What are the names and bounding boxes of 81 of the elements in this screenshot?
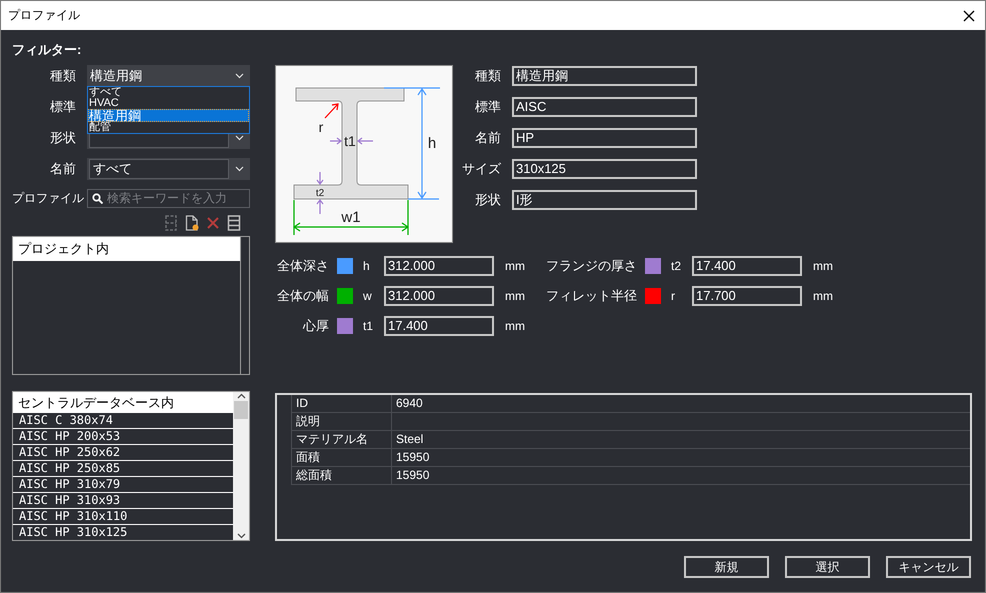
field-label: 標準 [49,98,76,116]
number-field[interactable]: 312.000 [384,286,494,306]
symbol-label: w [363,289,373,303]
unit-label: mm [505,259,526,273]
section-heading: フィルター: [12,42,82,58]
field-label: 心厚 [302,317,329,335]
unit-label: mm [505,319,526,333]
dimension-arrow [329,137,374,145]
symbol-label: t1 [363,319,374,333]
unit-label: mm [505,289,526,303]
caret-icon [235,166,244,172]
dropdown-option[interactable]: すべて [88,87,249,98]
number-field[interactable]: 17.400 [692,256,802,276]
text-field[interactable]: 構造用鋼 [512,66,697,86]
text-field[interactable]: 310x125 [512,159,697,179]
text-field[interactable]: I形 [512,190,697,210]
unit-label: mm [813,259,834,273]
frame-icon[interactable] [164,215,178,231]
dropdown[interactable]: すべて [87,158,250,180]
delete-icon[interactable] [206,216,220,230]
text-field[interactable]: AISC [512,97,697,117]
list-item[interactable]: AISC HP 250x62 [13,445,233,460]
close-icon[interactable] [963,10,975,22]
list-item[interactable]: AISC HP 310x125 [13,525,233,540]
table-cell: 説明 [292,413,392,431]
number-field[interactable]: 17.400 [384,316,494,336]
field-label: 種類 [474,67,501,85]
dialog-button[interactable]: 新規 [684,556,769,578]
caret-icon [235,135,244,141]
dropdown-option[interactable]: 構造用鋼 [88,109,249,122]
list-item[interactable]: AISC HP 310x110 [13,509,233,524]
field-label: 形状 [474,191,501,209]
list-icon[interactable] [227,215,241,231]
number-field[interactable]: 17.700 [692,286,802,306]
dialog-button[interactable]: 選択 [785,556,870,578]
table-cell: 6940 [392,395,970,413]
window-title: プロファイル [8,7,80,24]
symbol-label: r [671,289,676,303]
field-label: 全体深さ [276,257,329,275]
text-field[interactable]: HP [512,128,697,148]
unit-label: mm [813,289,834,303]
table-cell: 面積 [292,449,392,467]
caret-icon [235,72,244,78]
field-label: 名前 [49,160,76,178]
dialog-button[interactable]: キャンセル [886,556,971,578]
field-label: 形状 [49,129,76,147]
scrollbar[interactable] [233,392,249,540]
table-cell: 15950 [392,449,970,467]
dimension-label: t1 [344,133,356,149]
dimension-label: t2 [316,188,324,199]
table-cell: Steel [392,431,970,449]
list-item[interactable]: AISC HP 250x85 [13,461,233,476]
search-icon [92,193,103,204]
field-label: フィレット半径 [545,287,637,305]
list-item[interactable]: AISC HP 310x93 [13,493,233,508]
table-cell: ID [292,395,392,413]
list-item[interactable]: AISC HP 200x53 [13,429,233,444]
table-cell: 15950 [392,467,970,485]
dimension-label: h [428,135,436,152]
field-label: 標準 [474,98,501,116]
field-label: サイズ [461,160,501,178]
symbol-label: h [363,259,371,273]
field-label: フランジの厚さ [545,257,637,275]
list-header: セントラルデータベース内 [13,392,233,413]
field-label: 名前 [474,129,501,147]
table-cell: 総面積 [292,467,392,485]
field-label: 全体の幅 [276,287,329,305]
field-label: 種類 [49,67,76,85]
dimension-arrow [324,103,339,119]
symbol-label: t2 [671,259,682,273]
dropdown-option[interactable]: HVAC [88,98,249,109]
dimension-label: w1 [341,209,361,226]
table-cell: マテリアル名 [292,431,392,449]
new-document-icon[interactable] [185,215,199,231]
scroll-thumb[interactable] [234,401,248,419]
dimension-label: r [318,119,324,135]
field-label: プロファイル [12,190,85,207]
number-field[interactable]: 312.000 [384,256,494,276]
list-item[interactable]: AISC HP 310x79 [13,477,233,492]
list-header: プロジェクト内 [13,237,240,261]
list-item[interactable]: AISC C 380x74 [13,413,233,428]
